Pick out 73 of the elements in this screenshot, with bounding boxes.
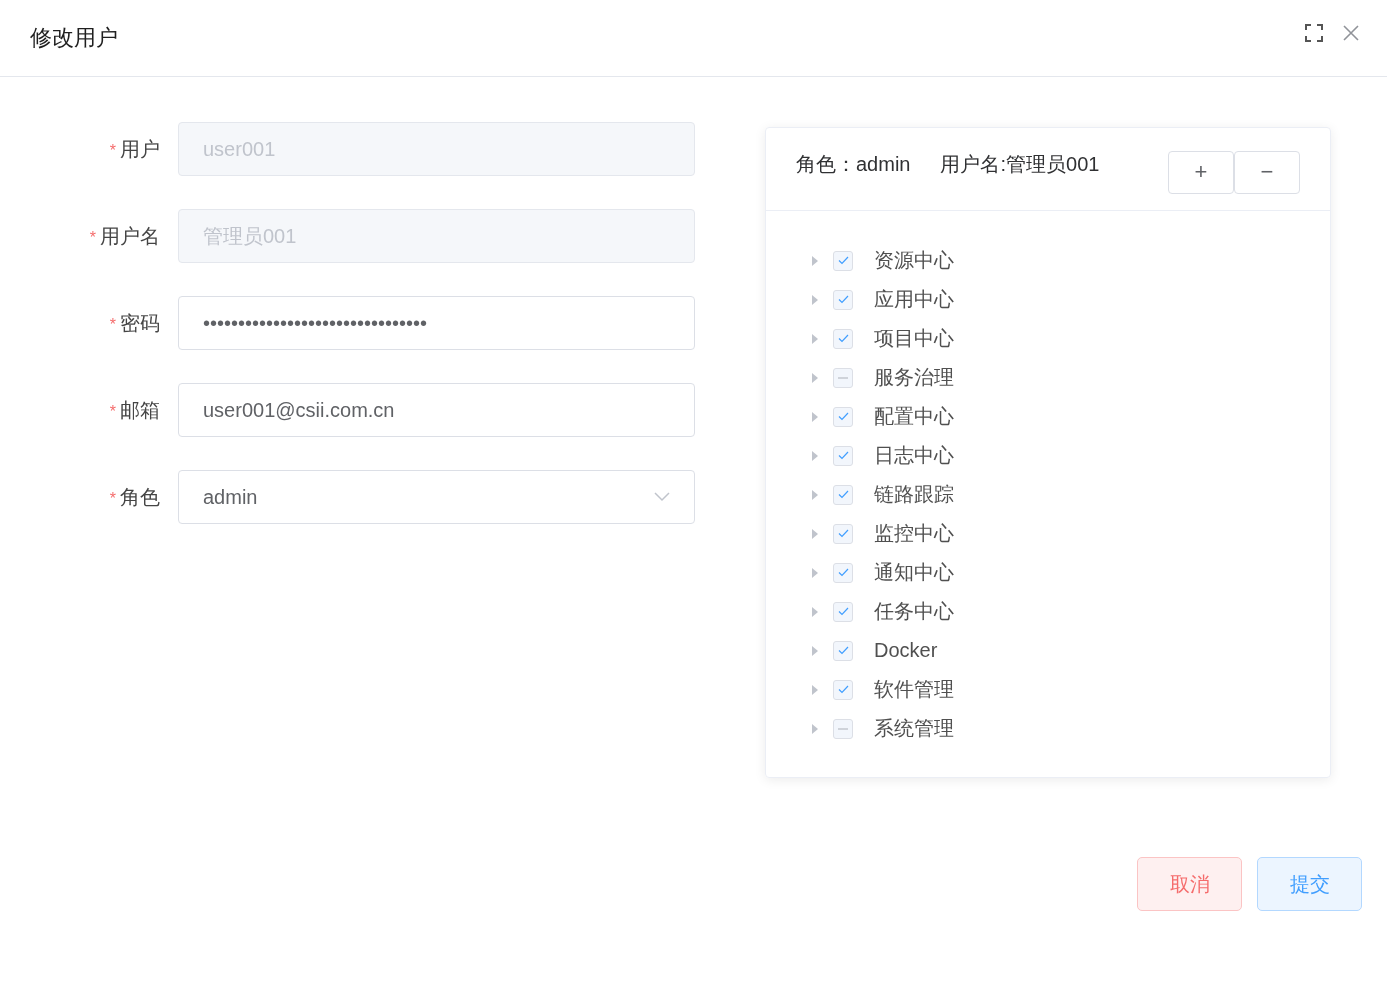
check-icon [837, 451, 849, 460]
tree-checkbox[interactable] [833, 328, 853, 349]
tree-node-label[interactable]: 日志中心 [874, 442, 954, 469]
check-icon [837, 334, 849, 343]
tree-node-label[interactable]: 服务治理 [874, 364, 954, 391]
caret-icon[interactable] [811, 449, 819, 462]
collapse-button[interactable]: − [1234, 150, 1300, 194]
caret-icon[interactable] [811, 488, 819, 501]
required-marker: * [109, 141, 116, 159]
chevron-down-icon [654, 492, 670, 502]
tree-node-label[interactable]: 监控中心 [874, 520, 954, 547]
username-text: 用户名:管理员001 [940, 151, 1101, 177]
tree-checkbox[interactable] [833, 523, 853, 544]
tree-node-label[interactable]: 系统管理 [874, 715, 954, 742]
check-icon [837, 529, 849, 538]
tree-checkbox[interactable] [833, 601, 853, 622]
tree-checkbox[interactable] [833, 640, 853, 661]
field-label: 角色 [120, 485, 160, 508]
required-marker: * [109, 489, 116, 507]
caret-icon[interactable] [811, 332, 819, 345]
tree-node-label[interactable]: 链路跟踪 [874, 481, 954, 508]
required-marker: * [89, 228, 96, 246]
dialog-title: 修改用户 [30, 24, 119, 52]
check-icon [837, 646, 849, 655]
caret-icon[interactable] [811, 527, 819, 540]
caret-icon[interactable] [811, 722, 819, 735]
tree-node-label[interactable]: 配置中心 [874, 403, 954, 430]
minus-icon [838, 376, 848, 379]
tree-checkbox[interactable] [833, 367, 853, 388]
expand-button[interactable]: + [1168, 150, 1234, 194]
caret-icon[interactable] [811, 293, 819, 306]
field-label: 密码 [120, 311, 160, 334]
tree-node-label[interactable]: Docker [874, 639, 938, 662]
caret-icon[interactable] [811, 683, 819, 696]
tree-checkbox[interactable] [833, 562, 853, 583]
tree-checkbox[interactable] [833, 445, 853, 466]
check-icon [837, 412, 849, 421]
caret-icon[interactable] [811, 605, 819, 618]
check-icon [837, 295, 849, 304]
tree-checkbox[interactable] [833, 289, 853, 310]
check-icon [837, 607, 849, 616]
input-field[interactable]: user001@csii.com.cn [178, 383, 695, 437]
check-icon [837, 685, 849, 694]
tree-node-label[interactable]: 项目中心 [874, 325, 954, 352]
required-marker: * [109, 402, 116, 420]
tree-checkbox[interactable] [833, 718, 853, 739]
tree-checkbox[interactable] [833, 406, 853, 427]
field-label: 用户名 [100, 224, 160, 247]
required-marker: * [109, 315, 116, 333]
fullscreen-icon[interactable] [1305, 24, 1323, 42]
tree-node-label[interactable]: 应用中心 [874, 286, 954, 313]
caret-icon[interactable] [811, 371, 819, 384]
check-icon [837, 568, 849, 577]
close-icon[interactable] [1343, 25, 1359, 41]
caret-icon[interactable] [811, 410, 819, 423]
tree-checkbox[interactable] [833, 679, 853, 700]
select-field[interactable]: admin [178, 470, 695, 524]
tree-checkbox[interactable] [833, 250, 853, 271]
input-field[interactable]: •••••••••••••••••••••••••••••••• [178, 296, 695, 350]
tree-node-label[interactable]: 资源中心 [874, 247, 954, 274]
minus-icon [838, 727, 848, 730]
check-icon [837, 490, 849, 499]
tree-checkbox[interactable] [833, 484, 853, 505]
field-label: 用户 [120, 137, 160, 160]
role-text: 角色：admin [796, 151, 911, 177]
field-label: 邮箱 [120, 398, 160, 421]
caret-icon[interactable] [811, 254, 819, 267]
caret-icon[interactable] [811, 644, 819, 657]
caret-icon[interactable] [811, 566, 819, 579]
tree-node-label[interactable]: 任务中心 [874, 598, 954, 625]
tree-node-label[interactable]: 通知中心 [874, 559, 954, 586]
check-icon [837, 256, 849, 265]
tree-node-label[interactable]: 软件管理 [874, 676, 954, 703]
